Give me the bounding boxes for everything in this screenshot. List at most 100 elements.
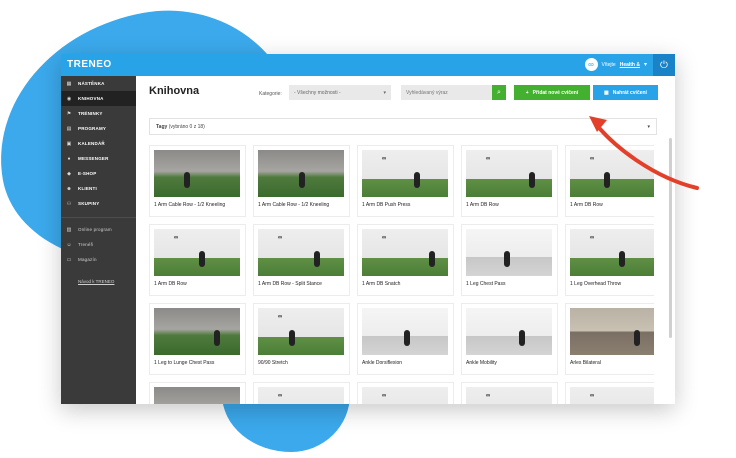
clients-icon: ☻ (66, 185, 72, 192)
exercise-name: 1 Arm DB Push Press (362, 202, 411, 208)
exercise-card[interactable]: ∞ (461, 382, 558, 404)
exercise-card[interactable]: 1 Arm Cable Row - 1/2 Kneeling (253, 145, 350, 217)
sidebar-item-trainers[interactable]: ☺ Trenéři (61, 237, 136, 252)
exercise-name: Arles Bilateral (570, 360, 601, 366)
studio-logo-icon: ∞ (486, 393, 491, 399)
exercise-card[interactable]: ∞ 1 Arm DB Row - Split Stance (253, 224, 350, 296)
logout-button[interactable]: ⏻ (653, 54, 675, 76)
exercise-name: 90/90 Stretch (258, 360, 288, 366)
app-window: TRENEO ∞ Vítejte Health & ▾ ⏻ ▦ NÁSTĚNKA ◉… (61, 54, 675, 404)
magazine-icon: ▭ (66, 256, 72, 263)
exercise-card[interactable]: Ankle Dorsiflexion (357, 303, 454, 375)
sidebar-item-label: MESSENGER (78, 156, 109, 161)
sidebar-item-label: Online program (78, 227, 112, 232)
exercise-thumbnail (154, 150, 240, 197)
exercise-thumbnail: ∞ (362, 229, 448, 276)
exercise-card[interactable]: 1 Arm Cable Row - 1/2 Kneeling (149, 145, 246, 217)
athlete-figure-icon (214, 330, 220, 346)
exercise-name: 1 Arm Cable Row - 1/2 Kneeling (258, 202, 330, 208)
athlete-figure-icon (289, 330, 295, 346)
exercise-thumbnail: ∞ (362, 387, 448, 404)
sidebar-item-magazine[interactable]: ▭ Magazín (61, 252, 136, 267)
sidebar-item-label: Trenéři (78, 242, 94, 247)
studio-logo-icon: ∞ (278, 393, 283, 399)
exercise-card[interactable] (149, 382, 246, 404)
sidebar-item-clients[interactable]: ☻ KLIENTI (61, 181, 136, 196)
athlete-figure-icon (199, 251, 205, 267)
programs-icon: ▤ (66, 125, 72, 132)
category-label: Kategorie: (259, 91, 282, 97)
sidebar-item-shop[interactable]: ◆ E-SHOP (61, 166, 136, 181)
import-exercise-button[interactable]: ▦ Nahrát cvičení (593, 85, 658, 100)
exercise-thumbnail (570, 308, 654, 355)
exercise-card[interactable]: Ankle Mobility (461, 303, 558, 375)
exercise-name: 1 Arm DB Snatch (362, 281, 401, 287)
category-select[interactable]: - Všechny možnosti - ▾ (289, 85, 391, 100)
user-menu[interactable]: ∞ Vítejte Health & ▾ (584, 58, 647, 71)
add-exercise-button[interactable]: + Přidat nové cvičení (514, 85, 590, 100)
exercise-thumbnail: ∞ (154, 229, 240, 276)
sidebar-item-programs[interactable]: ▤ PROGRAMY (61, 121, 136, 136)
athlete-figure-icon (504, 251, 510, 267)
chat-icon: ● (67, 155, 71, 162)
athlete-figure-icon (634, 330, 640, 346)
exercise-thumbnail: ∞ (258, 308, 344, 355)
exercise-card[interactable]: ∞ 1 Arm DB Row (149, 224, 246, 296)
chevron-down-icon: ▾ (383, 89, 386, 96)
add-exercise-label: Přidat nové cvičení (532, 89, 579, 96)
sidebar-item-groups[interactable]: ⚇ SKUPINY (61, 196, 136, 211)
exercise-card[interactable]: ∞ (565, 382, 654, 404)
exercise-name: Ankle Dorsiflexion (362, 360, 403, 366)
library-icon: ◉ (66, 95, 72, 102)
studio-logo-icon: ∞ (382, 156, 387, 162)
exercise-card[interactable]: Arles Bilateral (565, 303, 654, 375)
tags-text: Tagy (vybráno 0 z 18) (156, 124, 205, 130)
exercise-thumbnail: ∞ (466, 387, 552, 404)
sidebar-item-label: Magazín (78, 257, 97, 262)
studio-logo-icon: ∞ (486, 156, 491, 162)
exercise-thumbnail (154, 387, 240, 404)
exercise-name: 1 Arm DB Row - Split Stance (258, 281, 322, 287)
studio-logo-icon: ∞ (382, 235, 387, 241)
exercise-card[interactable]: ∞ 1 Arm DB Snatch (357, 224, 454, 296)
exercise-thumbnail (362, 308, 448, 355)
calendar-icon: ▣ (66, 140, 72, 147)
sidebar-item-workout[interactable]: ⚑ TRÉNINKY (61, 106, 136, 121)
athlete-figure-icon (529, 172, 535, 188)
exercise-card[interactable]: ∞ (253, 382, 350, 404)
sidebar-item-chat[interactable]: ● MESSENGER (61, 151, 136, 166)
sidebar-item-label: TRÉNINKY (78, 111, 103, 116)
tags-filter[interactable]: Tagy (vybráno 0 z 18) ▾ (149, 118, 657, 135)
studio-logo-icon: ∞ (590, 393, 595, 399)
exercise-card[interactable]: ∞ 1 Leg Overhead Throw (565, 224, 654, 296)
import-exercise-label: Nahrát cvičení (612, 89, 647, 96)
sidebar-item-label: NÁSTĚNKA (78, 81, 105, 86)
exercise-card[interactable]: 1 Leg to Lunge Chest Pass (149, 303, 246, 375)
guide-link[interactable]: Návod k TRENEO (61, 279, 136, 284)
top-bar: TRENEO ∞ Vítejte Health & ▾ ⏻ (61, 54, 675, 76)
exercise-thumbnail: ∞ (258, 229, 344, 276)
athlete-figure-icon (299, 172, 305, 188)
search-input[interactable] (401, 85, 493, 100)
exercise-card[interactable]: 1 Leg Chest Pass (461, 224, 558, 296)
exercise-thumbnail: ∞ (258, 387, 344, 404)
sidebar-item-dashboard[interactable]: ▦ NÁSTĚNKA (61, 76, 136, 91)
studio-logo-icon: ∞ (382, 393, 387, 399)
sidebar-item-calendar[interactable]: ▣ KALENDÁŘ (61, 136, 136, 151)
exercise-thumbnail (154, 308, 240, 355)
sidebar-item-library[interactable]: ◉ KNIHOVNA (61, 91, 136, 106)
dashboard-icon: ▦ (66, 80, 72, 87)
plus-icon: + (525, 89, 529, 96)
trainers-icon: ☺ (66, 241, 72, 248)
online-icon: ▥ (66, 226, 72, 233)
app-logo[interactable]: TRENEO (67, 59, 112, 70)
exercise-card[interactable]: ∞ 90/90 Stretch (253, 303, 350, 375)
exercise-card[interactable]: ∞ 1 Arm DB Push Press (357, 145, 454, 217)
exercise-name: 1 Arm Cable Row - 1/2 Kneeling (154, 202, 226, 208)
sidebar-item-online[interactable]: ▥ Online program (61, 222, 136, 237)
exercise-card[interactable]: ∞ (357, 382, 454, 404)
exercise-card[interactable]: ∞ 1 Arm DB Row (461, 145, 558, 217)
search-button[interactable]: ⌕ (492, 85, 506, 100)
user-name[interactable]: Health & (620, 62, 640, 68)
athlete-figure-icon (184, 172, 190, 188)
